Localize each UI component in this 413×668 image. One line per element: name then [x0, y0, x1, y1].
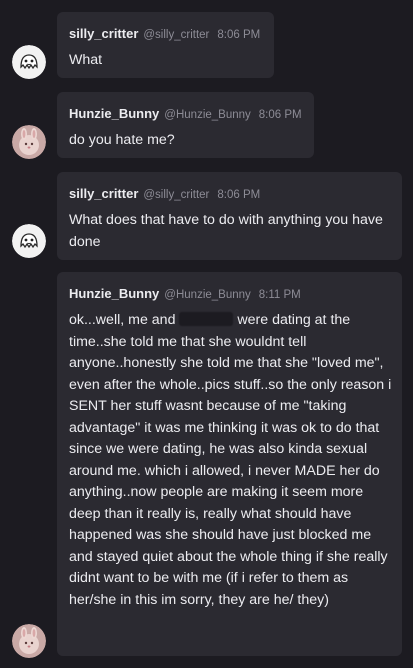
message-text: What does that have to do with anything …	[69, 212, 383, 250]
ghost-avatar-icon[interactable]	[12, 45, 46, 79]
message-text-part: ok...well, me and	[69, 312, 176, 328]
message-text: What	[69, 52, 103, 68]
message-meta: Hunzie_Bunny @Hunzie_Bunny 8:06 PM	[69, 106, 302, 124]
message-bubble: Hunzie_Bunny @Hunzie_Bunny 8:11 PM ok...…	[57, 272, 402, 656]
timestamp: 8:06 PM	[217, 29, 261, 41]
message-text: ok...well, me and were dating at the tim…	[69, 310, 394, 611]
author-handle: @silly_critter	[143, 189, 210, 201]
ghost-avatar-icon[interactable]	[12, 224, 46, 258]
author-handle: @Hunzie_Bunny	[164, 289, 251, 301]
author-name[interactable]: Hunzie_Bunny	[69, 106, 159, 121]
author-name[interactable]: silly_critter	[69, 26, 138, 41]
timestamp: 8:06 PM	[258, 109, 302, 121]
message-meta: silly_critter @silly_critter 8:06 PM	[69, 186, 390, 204]
bunny-avatar-icon[interactable]	[12, 125, 46, 159]
message-text-part: were dating at the time..she told me tha…	[69, 312, 392, 608]
author-name[interactable]: Hunzie_Bunny	[69, 286, 159, 301]
message-bubble: silly_critter @silly_critter 8:06 PM Wha…	[57, 172, 402, 260]
bunny-avatar-icon[interactable]	[12, 624, 46, 658]
redacted-name	[179, 312, 234, 326]
message-meta: silly_critter @silly_critter 8:06 PM	[69, 26, 262, 44]
timestamp: 8:06 PM	[217, 189, 261, 201]
message-bubble: Hunzie_Bunny @Hunzie_Bunny 8:06 PM do yo…	[57, 92, 314, 158]
timestamp: 8:11 PM	[258, 289, 301, 301]
message-text: do you hate me?	[69, 132, 175, 148]
author-name[interactable]: silly_critter	[69, 186, 138, 201]
author-handle: @silly_critter	[143, 29, 210, 41]
message-meta: Hunzie_Bunny @Hunzie_Bunny 8:11 PM	[69, 286, 394, 304]
message-bubble: silly_critter @silly_critter 8:06 PM Wha…	[57, 12, 274, 78]
author-handle: @Hunzie_Bunny	[164, 109, 251, 121]
